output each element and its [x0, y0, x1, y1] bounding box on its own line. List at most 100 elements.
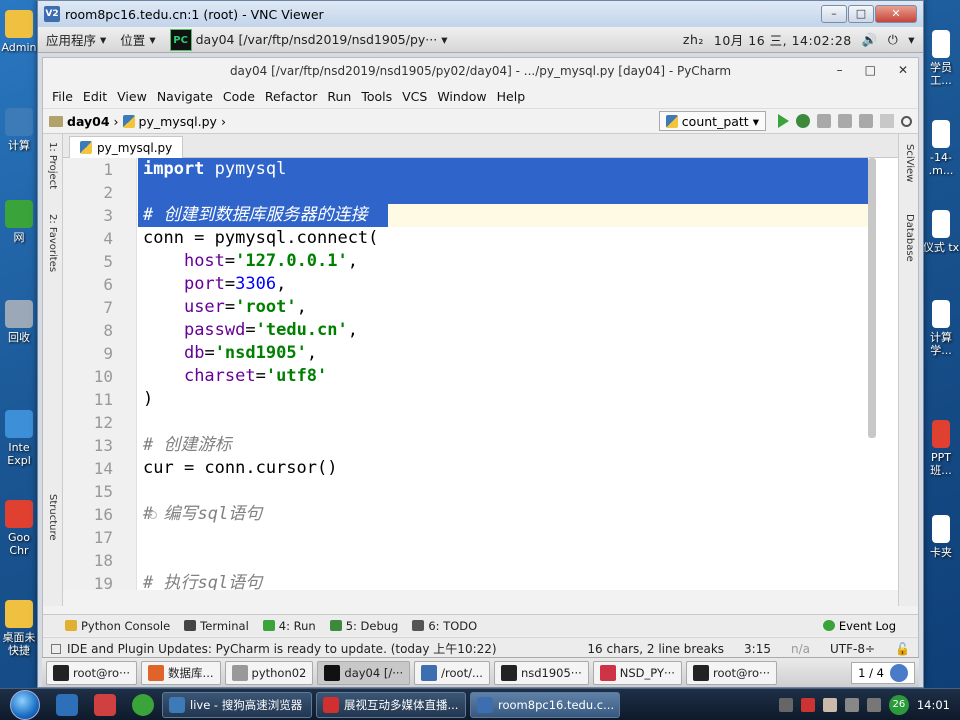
- quick-launch-icon[interactable]: [94, 693, 116, 716]
- menu-navigate[interactable]: Navigate: [152, 89, 218, 104]
- tool-window-button[interactable]: 4: Run: [262, 619, 316, 633]
- desktop-shortcut[interactable]: 仪式 tx: [922, 210, 960, 254]
- windows-task-button[interactable]: 展视互动多媒体直播...: [316, 691, 466, 718]
- desktop-shortcut[interactable]: 卡夹: [922, 515, 960, 559]
- pycharm-title-bar[interactable]: day04 [/var/ftp/nsd2019/nsd1905/py02/day…: [43, 58, 918, 84]
- code-line[interactable]: import pymysql: [143, 158, 286, 181]
- desktop-shortcut[interactable]: -14- .m...: [922, 120, 960, 177]
- vnc-maximize-button[interactable]: □: [848, 5, 874, 23]
- gnome-task-button[interactable]: day04 [/···: [317, 660, 411, 685]
- fold-marker-icon[interactable]: [149, 511, 157, 519]
- applications-menu[interactable]: 应用程序 ▾: [46, 30, 106, 49]
- coverage-icon[interactable]: [817, 114, 831, 128]
- gnome-task-button[interactable]: nsd1905···: [493, 660, 589, 685]
- workspace-pager[interactable]: 1 / 4: [851, 661, 915, 684]
- desktop-shortcut[interactable]: 学员 工...: [922, 30, 960, 87]
- tool-window-button[interactable]: 6: TODO: [412, 619, 477, 633]
- concurrency-icon[interactable]: [859, 114, 873, 128]
- gnome-task-button[interactable]: NSD_PY···: [592, 660, 682, 685]
- tool-window-button[interactable]: 5: Debug: [329, 619, 398, 633]
- profile-icon[interactable]: [838, 114, 852, 128]
- breadcrumb-project[interactable]: day04: [67, 114, 110, 129]
- caret-position[interactable]: 3:15: [744, 642, 771, 656]
- line-separator[interactable]: n/a: [791, 642, 810, 656]
- search-icon[interactable]: [901, 115, 912, 127]
- event-log-button[interactable]: Event Log: [822, 619, 896, 633]
- gnome-task-button[interactable]: root@ro···: [46, 660, 138, 685]
- places-menu[interactable]: 位置 ▾: [120, 30, 155, 49]
- taskbar-clock[interactable]: 14:01: [917, 698, 950, 712]
- code-line[interactable]: cur = conn.cursor(): [143, 457, 337, 480]
- run-configuration-select[interactable]: count_patt ▾: [658, 111, 766, 131]
- code-line[interactable]: passwd='tedu.cn',: [143, 319, 358, 342]
- code-line[interactable]: db='nsd1905',: [143, 342, 317, 365]
- vnc-minimize-button[interactable]: –: [821, 5, 847, 23]
- pycharm-close-button[interactable]: ✕: [898, 63, 908, 77]
- debug-icon[interactable]: [796, 114, 810, 128]
- desktop-shortcut[interactable]: PPT 班...: [922, 420, 960, 477]
- sciview-tool-button[interactable]: SciView: [904, 144, 915, 182]
- code-line[interactable]: charset='utf8': [143, 365, 327, 388]
- code-line[interactable]: # 创建游标: [143, 434, 231, 457]
- database-tool-button[interactable]: Database: [904, 214, 915, 262]
- start-button[interactable]: [10, 689, 40, 720]
- desktop-shortcut[interactable]: 网: [0, 200, 40, 244]
- tool-window-button[interactable]: Python Console: [65, 619, 170, 633]
- desktop-shortcut[interactable]: 计算 学...: [922, 300, 960, 357]
- desktop-shortcut[interactable]: Inte Expl: [0, 410, 40, 467]
- run-icon[interactable]: [778, 114, 789, 128]
- tray-icon[interactable]: [778, 697, 793, 712]
- code-line[interactable]: user='root',: [143, 296, 307, 319]
- network-icon[interactable]: [844, 697, 859, 712]
- editor-scrollbar[interactable]: [868, 158, 876, 438]
- menu-tools[interactable]: Tools: [356, 89, 397, 104]
- gnome-task-button[interactable]: python02: [224, 660, 314, 685]
- pycharm-minimize-button[interactable]: –: [837, 63, 843, 77]
- menu-file[interactable]: File: [47, 89, 78, 104]
- menu-run[interactable]: Run: [322, 89, 356, 104]
- tool-window-button[interactable]: Terminal: [184, 619, 249, 633]
- code-line[interactable]: # 创建到数据库服务器的连接: [143, 204, 367, 227]
- desktop-shortcut[interactable]: 桌面未 快捷: [0, 600, 40, 657]
- menu-edit[interactable]: Edit: [78, 89, 112, 104]
- code-line[interactable]: # 执行sql语句: [143, 572, 262, 590]
- lock-icon[interactable]: 🔓: [895, 642, 910, 656]
- windows-task-button[interactable]: live - 搜狗高速浏览器: [162, 691, 312, 718]
- windows-task-button[interactable]: room8pc16.tedu.c...: [470, 691, 620, 718]
- volume-icon[interactable]: [866, 697, 881, 712]
- panel-clock[interactable]: 10月 16 三, 14:02:28: [714, 30, 852, 49]
- vnc-title-bar[interactable]: V2 room8pc16.tedu.cn:1 (root) - VNC View…: [38, 1, 923, 27]
- menu-window[interactable]: Window: [432, 89, 491, 104]
- code-line[interactable]: ): [143, 388, 153, 411]
- desktop-shortcut[interactable]: Admin: [0, 10, 40, 54]
- breadcrumb-file[interactable]: py_mysql.py: [139, 114, 217, 129]
- power-icon[interactable]: ⏻: [888, 32, 898, 48]
- gnome-task-button[interactable]: root@ro···: [685, 660, 778, 685]
- menu-help[interactable]: Help: [492, 89, 531, 104]
- tray-icon[interactable]: [822, 697, 837, 712]
- tray-badge[interactable]: 26: [888, 694, 909, 715]
- desktop-shortcut[interactable]: Goo Chr: [0, 500, 40, 557]
- chevron-down-icon[interactable]: ▾: [908, 32, 915, 47]
- structure-tool-button[interactable]: Structure: [47, 494, 58, 541]
- desktop-shortcut[interactable]: 计算: [0, 108, 40, 152]
- menu-refactor[interactable]: Refactor: [260, 89, 322, 104]
- menu-code[interactable]: Code: [218, 89, 260, 104]
- favorites-tool-button[interactable]: 2: Favorites: [47, 214, 58, 272]
- quick-launch-icon[interactable]: [56, 693, 78, 716]
- file-encoding[interactable]: UTF-8÷: [830, 642, 875, 656]
- stop-icon[interactable]: [880, 114, 894, 128]
- project-tool-button[interactable]: 1: Project: [47, 142, 58, 189]
- active-window-switcher[interactable]: PC day04 [/var/ftp/nsd2019/nsd1905/py···…: [169, 28, 448, 51]
- code-editor[interactable]: 1 2 3 4 5 6 7 8 9 10 11 12 13 14 15 16 17 18 19 import pym…: [63, 158, 898, 590]
- status-toggle-icon[interactable]: [51, 643, 61, 654]
- code-line[interactable]: host='127.0.0.1',: [143, 250, 358, 273]
- gnome-task-button[interactable]: 数据库...: [141, 660, 221, 685]
- code-line[interactable]: port=3306,: [143, 273, 286, 296]
- volume-icon[interactable]: 🔊: [862, 32, 878, 48]
- desktop-shortcut[interactable]: 回收: [0, 300, 40, 344]
- menu-view[interactable]: View: [112, 89, 152, 104]
- pycharm-maximize-button[interactable]: □: [865, 63, 876, 77]
- quick-launch-icon[interactable]: [132, 693, 154, 716]
- tray-icon[interactable]: [800, 697, 815, 712]
